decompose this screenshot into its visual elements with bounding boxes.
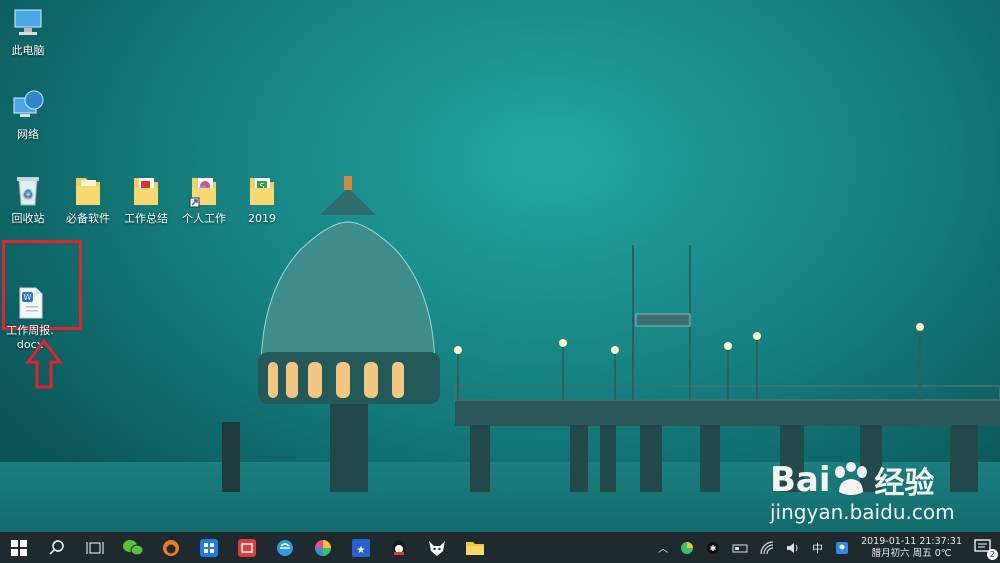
- taskbar-app-red-square[interactable]: [228, 532, 266, 563]
- desktop-icon-label: 回收站: [11, 212, 45, 225]
- taskbar-app-file-explorer[interactable]: [456, 532, 494, 563]
- taskbar-app-orange-ring[interactable]: [152, 532, 190, 563]
- watermark-brand: Bai: [770, 460, 831, 500]
- desktop-icon-personal-work[interactable]: 个人工作: [176, 174, 232, 226]
- search-button[interactable]: [38, 532, 76, 563]
- taskbar-app-calendar[interactable]: ★: [342, 532, 380, 563]
- search-icon: [49, 539, 64, 555]
- taskbar-app-qq[interactable]: [380, 532, 418, 563]
- taskbar-app-fox[interactable]: [418, 532, 456, 563]
- show-hidden-icons-chevron-up-icon[interactable]: ︿: [658, 540, 668, 555]
- folder-pdf-icon: [130, 174, 162, 208]
- taskbar-app-colorwheel[interactable]: [304, 532, 342, 563]
- clock[interactable]: 2019-01-11 21:37:31 腊月初六 周五 0℃: [861, 536, 962, 560]
- desktop-icon-label: 此电脑: [11, 44, 45, 57]
- desktop-icon-work-summary[interactable]: 工作总结: [118, 174, 174, 226]
- desktop-icon-label: 个人工作: [182, 212, 226, 225]
- system-tray: ︿ ✱ 中 2019-01-11 21:37:31 腊月初六 周五 0℃ 2: [652, 532, 1000, 563]
- colorwheel-app-icon: [315, 539, 331, 556]
- folder-spreadsheet-icon: S: [246, 174, 278, 208]
- tray-app-shield-icon[interactable]: ✱: [706, 541, 720, 555]
- windows-icon: [11, 539, 27, 556]
- desktop-wallpaper: [0, 0, 1000, 532]
- desktop-icon-essential-software[interactable]: 必备软件: [60, 174, 116, 226]
- action-center-button[interactable]: 2: [974, 538, 998, 560]
- desktop-icon-label: 工作总结: [124, 212, 168, 225]
- desktop-icon-this-pc[interactable]: 此电脑: [0, 6, 56, 58]
- notification-count-badge: 2: [986, 548, 998, 560]
- file-explorer-icon: [466, 541, 484, 555]
- baidu-paw-icon: [834, 462, 867, 495]
- baidu-watermark: Bai 经验 jingyan.baidu.com: [770, 458, 955, 524]
- svg-text:♻: ♻: [23, 187, 34, 201]
- taskbar: ★ ︿ ✱ 中 2019-01-11 21:37:31 腊月初六 周五 0℃ 2: [0, 532, 1000, 563]
- computer-icon: [12, 6, 44, 40]
- folder-icon: [72, 174, 104, 208]
- tray-app-blue-icon[interactable]: [835, 541, 849, 555]
- recycle-bin-icon: ♻: [12, 174, 44, 208]
- taskbar-app-blue-grid[interactable]: [190, 532, 228, 563]
- clock-date: 腊月初六 周五 0℃: [871, 547, 952, 559]
- desktop-icon-label: 2019: [248, 212, 276, 225]
- blue-grid-app-icon: [200, 538, 218, 557]
- wallpaper-pier-illustration: [222, 176, 1000, 492]
- folder-shortcut-icon: [188, 174, 220, 208]
- qq-penguin-icon: [393, 539, 405, 555]
- network-globe-icon: [12, 90, 44, 124]
- orange-ring-app-icon: [163, 539, 179, 556]
- desktop-icon-label: 网络: [17, 128, 39, 141]
- desktop-icon-2019[interactable]: S 2019: [234, 174, 290, 226]
- fox-app-icon: [429, 540, 445, 556]
- watermark-brand-cn: 经验: [874, 466, 935, 501]
- start-button[interactable]: [0, 532, 38, 563]
- browser-icon: [277, 539, 293, 556]
- wechat-icon: [123, 539, 144, 555]
- watermark-url: jingyan.baidu.com: [770, 500, 955, 524]
- red-square-app-icon: [238, 538, 256, 557]
- up-arrow-annotation-icon: [24, 338, 64, 389]
- desktop-icon-label: 必备软件: [66, 212, 110, 225]
- ime-indicator[interactable]: 中: [812, 540, 823, 556]
- clock-time: 2019-01-11 21:37:31: [861, 535, 962, 547]
- svg-text:W: W: [24, 293, 32, 302]
- svg-text:★: ★: [357, 545, 366, 556]
- task-view-icon: [86, 541, 104, 554]
- word-document-icon: W: [14, 272, 46, 319]
- svg-text:✱: ✱: [710, 544, 717, 553]
- desktop-icon-recycle-bin[interactable]: ♻ 回收站: [0, 174, 56, 226]
- wifi-icon[interactable]: [760, 540, 774, 555]
- tray-app-colorful-icon[interactable]: [680, 541, 694, 555]
- task-view-button[interactable]: [76, 532, 114, 563]
- volume-icon[interactable]: [786, 541, 800, 555]
- taskbar-app-browser[interactable]: [266, 532, 304, 563]
- tray-app-device-icon[interactable]: [732, 541, 748, 555]
- calendar-app-icon: ★: [352, 538, 370, 557]
- taskbar-app-wechat[interactable]: [114, 532, 152, 563]
- desktop-icon-network[interactable]: 网络: [0, 90, 56, 142]
